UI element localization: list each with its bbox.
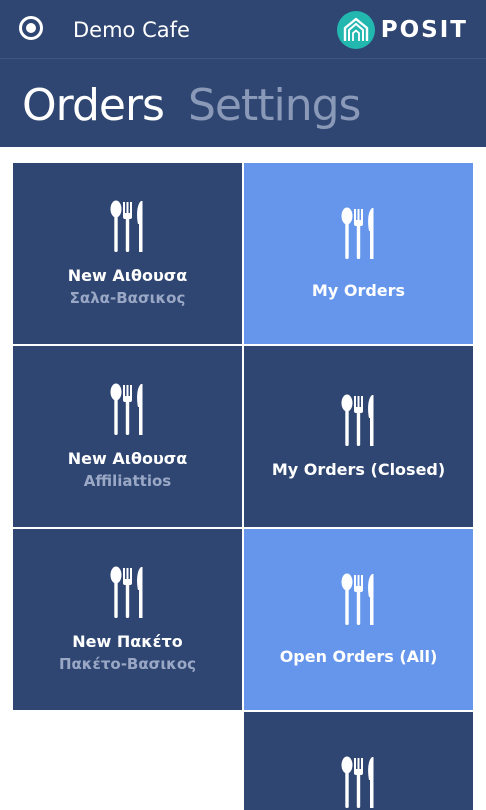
tile-title: New Αιθουσα [67,449,188,468]
posit-logo: POSIT [336,11,468,49]
posit-logo-text: POSIT [380,17,468,43]
cutlery-icon [341,756,373,808]
app-header: Demo Cafe POSIT Orders Settings [0,0,486,147]
radio-dot [26,23,36,33]
tile-subtitle: Affiliattios [83,472,172,490]
tile-title: Open Orders (All) [279,647,438,666]
radio-icon[interactable] [19,16,43,40]
cafe-name: Demo Cafe [73,18,190,42]
cutlery-icon [110,383,142,435]
tile-subtitle: Πακέτο-Βασικος [58,655,197,673]
tile-my-orders[interactable]: My Orders [244,163,473,344]
pivot-tabs: Orders Settings [22,78,361,134]
tile-new-aithousa-affiliattios[interactable]: New Αιθουσα Affiliattios [13,346,242,527]
tile-title: New Πακέτο [72,632,183,651]
tile-subtitle: Σαλα-Βασικος [69,289,186,307]
tile-new-aithousa-sala[interactable]: New Αιθουσα Σαλα-Βασικος [13,163,242,344]
tile-new-paketo[interactable]: New Πακέτο Πακέτο-Βασικος [13,529,242,710]
tile-partial[interactable] [244,712,473,810]
cutlery-icon [341,207,373,259]
tile-title: My Orders [311,281,406,300]
cutlery-icon [110,200,142,252]
tab-settings[interactable]: Settings [188,78,361,134]
tile-title: My Orders (Closed) [271,460,446,479]
tile-title: New Αιθουσα [67,266,188,285]
cutlery-icon [341,573,373,625]
status-row: Demo Cafe POSIT [0,0,486,59]
posit-logo-icon [336,11,375,49]
tile-open-orders-all[interactable]: Open Orders (All) [244,529,473,710]
tab-orders[interactable]: Orders [22,78,165,134]
cutlery-icon [110,566,142,618]
tile-my-orders-closed[interactable]: My Orders (Closed) [244,346,473,527]
cutlery-icon [341,394,373,446]
